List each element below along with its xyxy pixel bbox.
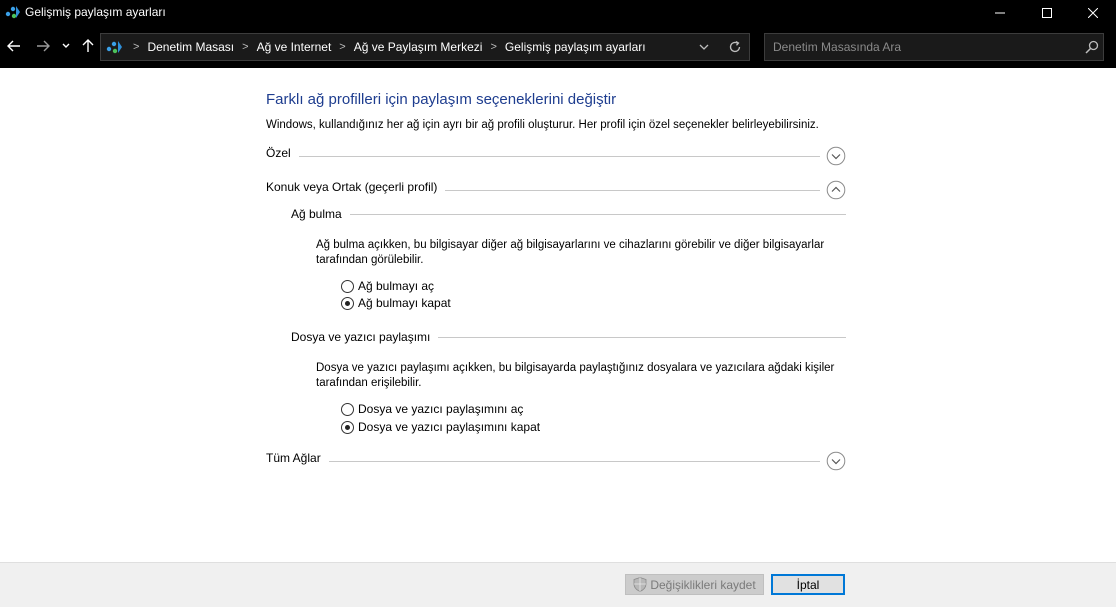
search-icon[interactable] — [1085, 40, 1099, 54]
arrow-left-icon — [7, 40, 20, 52]
close-button[interactable] — [1070, 0, 1116, 25]
window-title: Gelişmiş paylaşım ayarları — [25, 5, 166, 19]
profile-private-label: Özel — [266, 146, 299, 160]
forward-button[interactable] — [33, 35, 53, 57]
page-title: Farklı ağ profilleri için paylaşım seçen… — [266, 91, 617, 108]
profile-all-networks-header[interactable]: Tüm Ağlar — [266, 451, 846, 471]
save-changes-label: Değişiklikleri kaydet — [650, 577, 756, 592]
breadcrumb-separator-icon: > — [242, 41, 249, 53]
title-bar: Gelişmiş paylaşım ayarları — [0, 0, 1116, 25]
profile-guest-header[interactable]: Konuk veya Ortak (geçerli profil) — [266, 180, 846, 200]
file-printer-sharing-heading: Dosya ve yazıcı paylaşımı — [291, 330, 439, 344]
divider — [266, 156, 820, 157]
settings-content: Farklı ağ profilleri için paylaşım seçen… — [0, 68, 1116, 562]
refresh-icon[interactable] — [727, 39, 743, 55]
search-box[interactable] — [764, 33, 1104, 61]
breadcrumb-separator-icon: > — [133, 41, 140, 53]
breadcrumb-separator-icon: > — [490, 41, 497, 53]
divider — [291, 214, 846, 215]
divider — [266, 461, 820, 462]
chevron-down-icon[interactable] — [826, 451, 846, 471]
breadcrumb-advanced-sharing[interactable]: Gelişmiş paylaşım ayarları — [505, 40, 646, 54]
radio-button[interactable] — [341, 279, 354, 293]
maximize-icon — [1042, 7, 1052, 18]
profile-all-networks-label: Tüm Ağlar — [266, 451, 329, 465]
file-printer-sharing-description: Dosya ve yazıcı paylaşımı açıkken, bu bi… — [316, 362, 835, 389]
radio-button-selected[interactable] — [341, 296, 354, 310]
footer-bar: Değişiklikleri kaydet İptal — [0, 562, 1116, 607]
arrow-right-icon — [37, 40, 50, 52]
address-bar[interactable]: > Denetim Masası > Ağ ve Internet > Ağ v… — [100, 33, 750, 61]
back-button[interactable] — [4, 35, 24, 57]
arrow-up-icon — [82, 39, 94, 52]
minimize-icon — [995, 12, 1005, 13]
up-button[interactable] — [78, 35, 98, 57]
recent-locations-button[interactable] — [58, 35, 74, 57]
chevron-down-icon — [62, 43, 70, 48]
breadcrumb-control-panel[interactable]: Denetim Masası — [147, 40, 234, 54]
chevron-down-icon[interactable] — [826, 146, 846, 166]
cancel-label: İptal — [796, 577, 820, 592]
minimize-button[interactable] — [977, 0, 1023, 25]
radio-label: Dosya ve yazıcı paylaşımını kapat — [358, 420, 541, 434]
network-center-icon — [5, 6, 20, 19]
breadcrumb-network-sharing-center[interactable]: Ağ ve Paylaşım Merkezi — [354, 40, 483, 54]
profile-private-header[interactable]: Özel — [266, 146, 846, 166]
file-printer-sharing-header: Dosya ve yazıcı paylaşımı — [291, 330, 846, 346]
radio-label: Dosya ve yazıcı paylaşımını aç — [358, 402, 524, 416]
breadcrumb: > Denetim Masası > Ağ ve Internet > Ağ v… — [125, 34, 646, 60]
navigation-bar: > Denetim Masası > Ağ ve Internet > Ağ v… — [0, 25, 1116, 68]
radio-label: Ağ bulmayı kapat — [358, 296, 451, 310]
search-input[interactable] — [773, 39, 1073, 55]
breadcrumb-network-internet[interactable]: Ağ ve Internet — [257, 40, 332, 54]
radio-button[interactable] — [341, 402, 354, 416]
page-description: Windows, kullandığınız her ağ için ayrı … — [266, 119, 819, 131]
network-discovery-description: Ağ bulma açıkken, bu bilgisayar diğer ağ… — [316, 239, 825, 266]
breadcrumb-separator-icon: > — [339, 41, 346, 53]
network-center-icon — [106, 41, 122, 54]
profile-guest-label: Konuk veya Ortak (geçerli profil) — [266, 180, 446, 194]
address-dropdown-icon[interactable] — [696, 39, 712, 55]
radio-button-selected[interactable] — [341, 420, 354, 434]
network-discovery-on-option[interactable]: Ağ bulmayı aç — [341, 278, 434, 294]
chevron-up-icon[interactable] — [826, 180, 846, 200]
network-discovery-off-option[interactable]: Ağ bulmayı kapat — [341, 295, 451, 311]
uac-shield-icon — [633, 577, 647, 592]
maximize-button[interactable] — [1024, 0, 1070, 25]
cancel-button[interactable]: İptal — [771, 574, 845, 595]
close-icon — [1088, 7, 1098, 18]
file-printer-sharing-off-option[interactable]: Dosya ve yazıcı paylaşımını kapat — [341, 419, 540, 435]
network-discovery-heading: Ağ bulma — [291, 207, 350, 221]
radio-label: Ağ bulmayı aç — [358, 279, 435, 293]
save-changes-button[interactable]: Değişiklikleri kaydet — [625, 574, 764, 595]
file-printer-sharing-on-option[interactable]: Dosya ve yazıcı paylaşımını aç — [341, 401, 523, 417]
network-discovery-header: Ağ bulma — [291, 207, 846, 223]
